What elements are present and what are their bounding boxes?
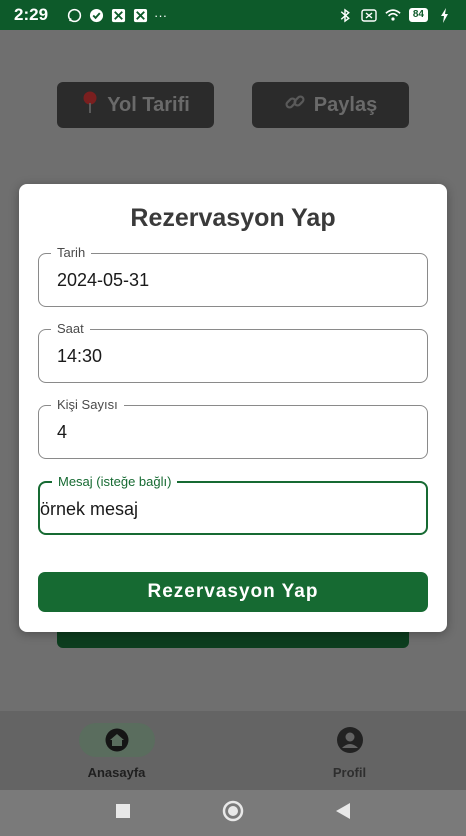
nav-item-profile[interactable]: Profil <box>233 711 466 790</box>
date-label: Tarih <box>51 245 92 261</box>
system-navigation <box>0 790 466 836</box>
recent-apps-button[interactable] <box>116 803 130 823</box>
bottom-navigation: Anasayfa Profil <box>0 711 466 790</box>
directions-button[interactable]: Yol Tarifi <box>57 82 214 128</box>
nav-profile-label: Profil <box>332 765 367 780</box>
pin-icon <box>81 91 99 119</box>
time-value: 14:30 <box>57 346 103 366</box>
time-label: Saat <box>51 321 90 337</box>
app-icon-2 <box>132 7 148 23</box>
charging-icon <box>436 7 452 23</box>
nav-profile-pill <box>312 723 388 757</box>
peek-text <box>38 48 218 62</box>
square-icon <box>116 803 130 818</box>
wifi-icon <box>385 7 401 23</box>
sim-off-icon <box>361 7 377 23</box>
submit-reservation-button[interactable]: Rezervasyon Yap <box>38 572 428 612</box>
date-value: 2024-05-31 <box>57 270 150 290</box>
home-system-button[interactable] <box>222 800 244 827</box>
time-field[interactable]: Saat 14:30 <box>38 321 428 383</box>
bluetooth-icon <box>337 7 353 23</box>
message-label: Mesaj (isteğe bağlı) <box>52 474 178 490</box>
message-field[interactable]: Mesaj (isteğe bağlı) örnek mesaj <box>38 474 428 535</box>
dialog-title: Rezervasyon Yap <box>130 204 336 232</box>
circle-icon <box>222 800 244 821</box>
notification-icons: ··· <box>66 7 167 23</box>
more-notifications-icon: ··· <box>154 7 168 23</box>
status-bar: 2:29 ··· 84 <box>0 0 466 30</box>
date-field[interactable]: Tarih 2024-05-31 <box>38 245 428 307</box>
guest-count-label: Kişi Sayısı <box>51 397 124 413</box>
directions-label: Yol Tarifi <box>107 93 190 116</box>
home-icon <box>105 728 128 752</box>
profile-icon <box>336 727 363 753</box>
share-button[interactable]: Paylaş <box>252 82 409 128</box>
battery-icon: 84 <box>408 8 428 22</box>
nav-home-label: Anasayfa <box>87 765 146 780</box>
nav-home-pill <box>78 723 155 757</box>
reservation-dialog: Rezervasyon Yap Tarih 2024-05-31 Saat 14… <box>19 184 447 632</box>
message-value: örnek mesaj <box>40 499 139 519</box>
back-triangle-icon <box>336 802 350 819</box>
app-icon <box>110 7 126 23</box>
nav-item-home[interactable]: Anasayfa <box>0 711 233 790</box>
check-badge-icon <box>88 7 104 23</box>
guest-count-value: 4 <box>57 422 68 442</box>
link-icon <box>284 91 306 119</box>
guest-count-field[interactable]: Kişi Sayısı 4 <box>38 397 428 459</box>
system-icons: 84 <box>337 7 452 23</box>
back-button[interactable] <box>336 802 350 824</box>
whatsapp-icon <box>66 7 82 23</box>
share-label: Paylaş <box>313 93 378 116</box>
status-time: 2:29 <box>14 5 49 24</box>
